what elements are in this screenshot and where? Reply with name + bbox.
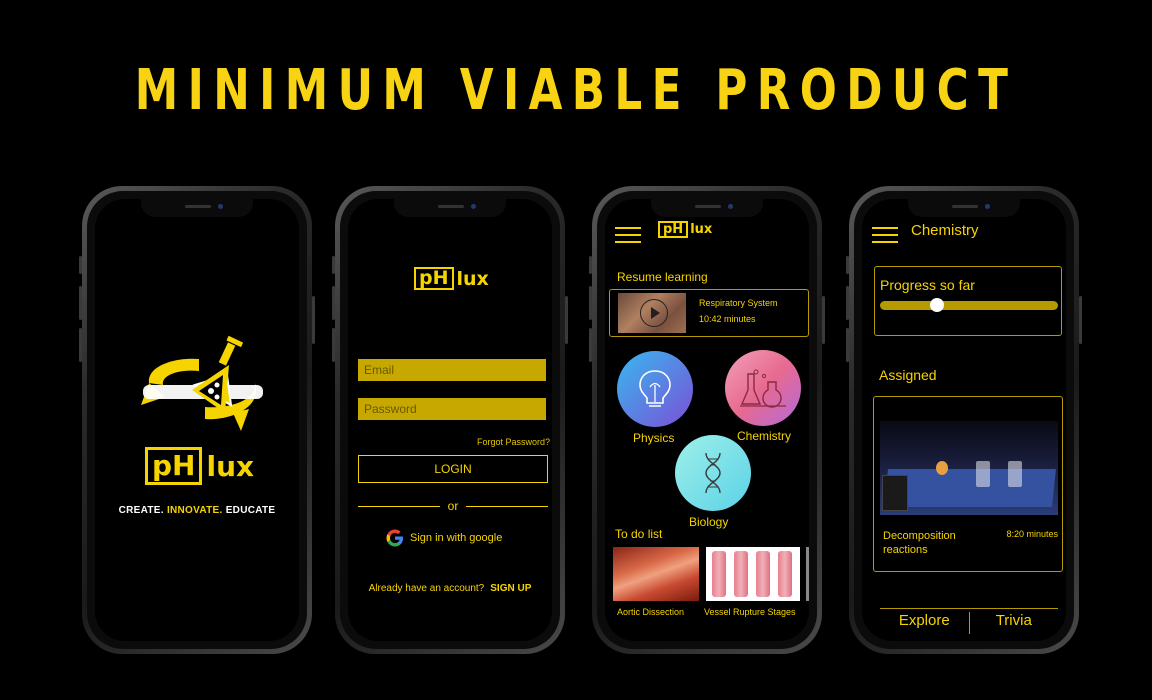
todo-item-aortic-label: Aortic Dissection — [617, 607, 685, 617]
power-button — [565, 296, 568, 344]
subject-chemistry-label: Chemistry — [737, 429, 792, 443]
volume-up-button — [846, 286, 849, 320]
logo-lux: lux — [456, 267, 489, 290]
volume-up-button — [332, 286, 335, 320]
phone-home: pH lux Resume learning Respiratory Syste… — [589, 186, 825, 654]
google-signin-label: Sign in with google — [410, 532, 503, 544]
logo-ph: pH — [145, 447, 203, 485]
login-screen: pH lux Email Password Forgot Password? L… — [348, 199, 552, 641]
hamburger-menu-icon[interactable] — [615, 227, 641, 243]
assigned-title-line1: Decomposition — [883, 530, 956, 542]
phone-chemistry: Chemistry Progress so far Assigned Decom… — [846, 186, 1082, 654]
notch — [651, 199, 763, 217]
assigned-title-line2: reactions — [883, 544, 928, 556]
tab-trivia[interactable]: Trivia — [970, 609, 1059, 637]
hamburger-menu-icon[interactable] — [872, 227, 898, 243]
volume-up-button — [589, 286, 592, 320]
todo-item-partial-image[interactable] — [806, 547, 809, 601]
brand-logo: pH lux — [658, 221, 712, 238]
screen-title: Chemistry — [911, 222, 979, 239]
brand-logo: pH lux — [414, 267, 489, 290]
google-signin-button[interactable]: Sign in with google — [386, 529, 502, 547]
todo-heading: To do list — [615, 527, 663, 541]
mute-switch — [589, 256, 592, 274]
notch — [394, 199, 506, 217]
volume-down-button — [846, 328, 849, 362]
tagline-create: CREATE. — [118, 505, 164, 516]
password-field[interactable]: Password — [358, 398, 546, 420]
tagline-educate: EDUCATE — [225, 505, 276, 516]
assigned-title: Decomposition reactions — [883, 529, 956, 557]
logo-ph: pH — [414, 267, 454, 290]
lab-simulation-image — [880, 421, 1058, 515]
volume-down-button — [79, 328, 82, 362]
mute-switch — [332, 256, 335, 274]
account-text: Already have an account? — [368, 583, 485, 594]
login-button[interactable]: LOGIN — [358, 455, 548, 483]
logo-lux: lux — [690, 222, 713, 237]
subject-chemistry-button[interactable] — [725, 350, 801, 426]
mute-switch — [79, 256, 82, 274]
page-title: MINIMUM VIABLE PRODUCT — [134, 58, 1018, 123]
tab-explore[interactable]: Explore — [880, 609, 969, 637]
or-divider: or — [358, 499, 549, 513]
subject-biology-label: Biology — [689, 515, 729, 529]
google-icon — [386, 529, 403, 547]
assigned-duration: 8:20 minutes — [1006, 529, 1058, 539]
resume-learning-heading: Resume learning — [617, 270, 708, 284]
email-field[interactable]: Email — [358, 359, 546, 381]
progress-card: Progress so far — [874, 266, 1062, 336]
lesson-thumbnail — [618, 293, 686, 333]
todo-item-vessel-label: Vessel Rupture Stages — [704, 607, 796, 617]
todo-item-aortic-image[interactable] — [613, 547, 699, 601]
power-button — [1079, 296, 1082, 344]
progress-knob[interactable] — [929, 298, 944, 312]
todo-item-vessel-image[interactable] — [706, 547, 800, 601]
logo-ph: pH — [658, 221, 689, 238]
phone-login: pH lux Email Password Forgot Password? L… — [332, 186, 568, 654]
lightbulb-icon — [639, 370, 671, 407]
progress-track — [880, 301, 1058, 310]
signup-link[interactable]: SIGN UP — [490, 583, 531, 594]
mute-switch — [846, 256, 849, 274]
forgot-password-link[interactable]: Forgot Password? — [477, 437, 550, 447]
volume-down-button — [332, 328, 335, 362]
bottom-tabs: Explore Trivia — [880, 608, 1058, 637]
chemistry-screen: Chemistry Progress so far Assigned Decom… — [862, 199, 1066, 641]
phone-splash: pH lux CREATE. INNOVATE. EDUCATE — [79, 186, 315, 654]
assigned-heading: Assigned — [879, 367, 937, 383]
volume-down-button — [589, 328, 592, 362]
flask-rotate-icon — [141, 335, 263, 431]
flasks-icon — [740, 369, 786, 408]
notch — [141, 199, 253, 217]
subject-physics-label: Physics — [633, 431, 675, 445]
volume-up-button — [79, 286, 82, 320]
splash-screen: pH lux CREATE. INNOVATE. EDUCATE — [95, 199, 299, 641]
home-screen: pH lux Resume learning Respiratory Syste… — [605, 199, 809, 641]
notch — [908, 199, 1020, 217]
dna-icon — [705, 452, 721, 494]
power-button — [822, 296, 825, 344]
account-row: Already have an account? SIGN UP — [348, 583, 552, 594]
tagline: CREATE. INNOVATE. EDUCATE — [95, 505, 299, 516]
or-text: or — [447, 499, 459, 513]
lesson-title: Respiratory System — [699, 298, 778, 308]
play-icon[interactable] — [640, 299, 668, 327]
brand-logo: pH lux — [145, 447, 254, 485]
subject-physics-button[interactable] — [617, 351, 693, 427]
subject-biology-button[interactable] — [675, 435, 751, 511]
tagline-innovate: INNOVATE. — [166, 505, 223, 516]
resume-card[interactable]: Respiratory System 10:42 minutes — [609, 289, 809, 337]
progress-label: Progress so far — [880, 277, 975, 293]
power-button — [312, 296, 315, 344]
lesson-duration: 10:42 minutes — [699, 314, 756, 324]
logo-lux: lux — [206, 449, 255, 483]
assigned-card[interactable]: Decomposition reactions 8:20 minutes — [873, 396, 1063, 572]
